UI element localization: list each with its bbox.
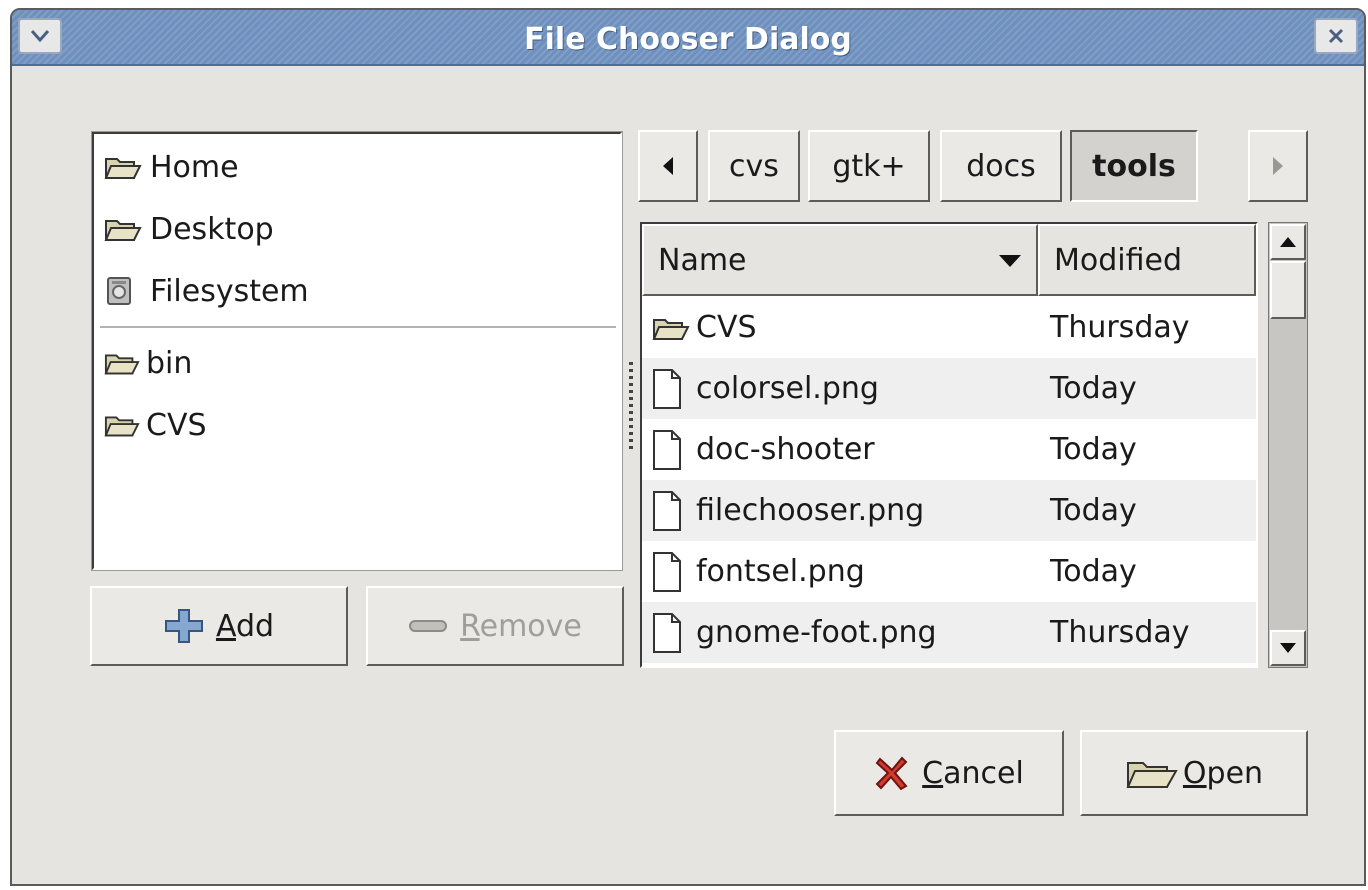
sidebar-item-label: Home <box>150 149 239 185</box>
cancel-button[interactable]: Cancel <box>834 730 1064 816</box>
table-row[interactable]: CVS Thursday <box>642 297 1256 358</box>
file-icon <box>652 551 696 593</box>
remove-button[interactable]: Remove <box>366 586 624 666</box>
sidebar-item-home[interactable]: Home <box>104 142 239 192</box>
table-row[interactable]: fontsel.png Today <box>642 541 1256 602</box>
column-header-name[interactable]: Name <box>642 224 1038 296</box>
file-modified: Thursday <box>1050 615 1190 650</box>
add-button[interactable]: Add <box>90 586 348 666</box>
file-name: CVS <box>696 310 757 345</box>
folder-icon <box>104 152 144 182</box>
remove-button-label: Remove <box>460 608 582 644</box>
file-modified: Today <box>1050 493 1137 528</box>
path-segment-gtk[interactable]: gtk+ <box>808 130 930 202</box>
table-row[interactable]: colorsel.png Today <box>642 358 1256 419</box>
places-sidebar: Home Desktop Filesystem bin CVS <box>91 131 623 571</box>
path-segment-label: docs <box>966 148 1036 184</box>
folder-icon <box>104 410 140 440</box>
sidebar-item-label: Desktop <box>150 211 274 247</box>
file-modified: Thursday <box>1050 310 1190 345</box>
arrow-down-icon <box>1280 643 1296 653</box>
column-header-label: Modified <box>1054 242 1183 278</box>
path-segment-label: cvs <box>729 148 779 184</box>
drive-icon <box>104 276 144 306</box>
file-chooser-dialog: File Chooser Dialog Home Desktop Filesys… <box>10 8 1366 886</box>
file-modified: Today <box>1050 432 1137 467</box>
cancel-button-label: Cancel <box>922 755 1024 791</box>
window-title: File Chooser Dialog <box>524 22 852 57</box>
open-button-label: Open <box>1182 755 1264 791</box>
table-row[interactable]: gnome-foot.png Thursday <box>642 602 1256 663</box>
path-segment-tools[interactable]: tools <box>1070 130 1198 202</box>
path-scroll-right-button[interactable] <box>1248 130 1308 202</box>
title-bar[interactable]: File Chooser Dialog <box>12 10 1364 66</box>
file-modified: Today <box>1050 554 1137 589</box>
file-modified: Today <box>1050 371 1137 406</box>
sidebar-item-bin[interactable]: bin <box>104 338 192 388</box>
arrow-up-icon <box>1280 237 1296 247</box>
file-list-scrollbar[interactable] <box>1268 222 1308 668</box>
file-name: colorsel.png <box>696 371 879 406</box>
add-button-label: Add <box>215 608 275 644</box>
path-segment-cvs[interactable]: cvs <box>708 130 800 202</box>
column-header-modified[interactable]: Modified <box>1038 224 1256 296</box>
sort-descending-icon <box>999 255 1021 267</box>
file-name: doc-shooter <box>696 432 875 467</box>
file-icon <box>652 368 696 410</box>
file-name: filechooser.png <box>696 493 925 528</box>
folder-open-icon <box>1125 755 1179 791</box>
path-scroll-left-button[interactable] <box>638 130 698 202</box>
path-segment-label: tools <box>1092 148 1176 184</box>
scrollbar-thumb[interactable] <box>1270 261 1306 319</box>
file-name: gnome-foot.png <box>696 615 937 650</box>
arrow-right-icon <box>1273 157 1283 175</box>
plus-icon <box>164 608 204 644</box>
sidebar-item-label: Filesystem <box>150 273 309 309</box>
column-header-label: Name <box>658 242 747 278</box>
minus-icon <box>408 618 448 634</box>
folder-icon <box>652 314 696 342</box>
sidebar-item-label: bin <box>146 345 193 381</box>
sidebar-item-filesystem[interactable]: Filesystem <box>104 266 309 316</box>
file-icon <box>652 612 696 654</box>
folder-icon <box>104 348 140 378</box>
sidebar-item-cvs[interactable]: CVS <box>104 400 207 450</box>
file-list: Name Modified CVS Thursday colorsel.png … <box>640 222 1258 668</box>
path-segment-docs[interactable]: docs <box>940 130 1062 202</box>
cancel-icon <box>874 755 910 791</box>
sidebar-item-desktop[interactable]: Desktop <box>104 204 274 254</box>
arrow-left-icon <box>663 157 673 175</box>
pane-resize-handle[interactable] <box>629 362 633 452</box>
sidebar-item-label: CVS <box>146 407 207 443</box>
file-icon <box>652 490 696 532</box>
file-icon <box>652 429 696 471</box>
file-name: fontsel.png <box>696 554 865 589</box>
places-separator <box>100 326 616 331</box>
scroll-up-button[interactable] <box>1270 224 1306 260</box>
folder-icon <box>104 214 144 244</box>
path-segment-label: gtk+ <box>832 148 906 184</box>
open-button[interactable]: Open <box>1080 730 1308 816</box>
window-close-button[interactable] <box>1314 18 1358 54</box>
table-row[interactable]: filechooser.png Today <box>642 480 1256 541</box>
table-row[interactable]: doc-shooter Today <box>642 419 1256 480</box>
close-icon <box>1328 28 1344 44</box>
scroll-down-button[interactable] <box>1270 630 1306 666</box>
